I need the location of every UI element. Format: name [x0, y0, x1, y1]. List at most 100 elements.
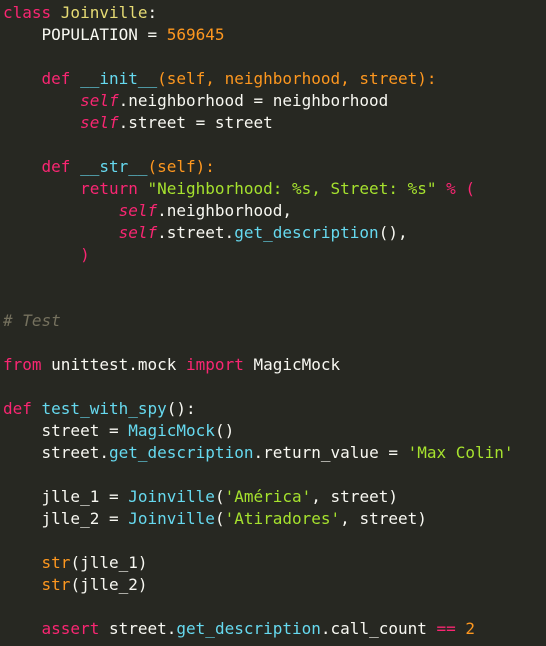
- code-line[interactable]: [3, 332, 546, 354]
- code-line[interactable]: self.street.get_description(),: [3, 222, 546, 244]
- code-token-plain: street =: [3, 421, 129, 440]
- code-token-keyword: from: [3, 355, 52, 374]
- code-token-param: self: [166, 69, 206, 88]
- code-token-function: test_with_spy: [41, 399, 167, 418]
- code-line[interactable]: street = MagicMock(): [3, 420, 546, 442]
- code-token-param: self: [157, 157, 196, 176]
- code-token-param: 569645: [166, 25, 225, 44]
- code-token-plain: street.: [3, 443, 109, 462]
- code-token-string: "Neighborhood: %s, Street: %s": [147, 179, 447, 198]
- code-token-keyword: def: [41, 69, 81, 88]
- code-line[interactable]: def test_with_spy():: [3, 398, 546, 420]
- code-token-plain: ():: [166, 399, 196, 418]
- code-token-param: (: [157, 69, 167, 88]
- code-line[interactable]: [3, 376, 546, 398]
- code-line[interactable]: self.neighborhood = neighborhood: [3, 90, 546, 112]
- code-token-keyword: ==: [436, 619, 466, 638]
- code-token-function: get_description: [176, 619, 321, 638]
- code-line[interactable]: def __init__(self, neighborhood, street)…: [3, 68, 546, 90]
- code-token-function: get_description: [108, 443, 254, 462]
- code-line[interactable]: POPULATION = 569645: [3, 24, 546, 46]
- code-line[interactable]: jlle_2 = Joinville('Atiradores', street): [3, 508, 546, 530]
- code-token-function: Joinville: [128, 487, 215, 506]
- code-token-keyword: % (: [446, 179, 476, 198]
- code-token-plain: (): [214, 421, 235, 440]
- code-token-plain: .call_count: [320, 619, 437, 638]
- code-token-param: str: [41, 553, 71, 572]
- code-token-param: ,: [340, 69, 360, 88]
- code-token-param: ,: [205, 69, 225, 88]
- code-token-keyword: return: [80, 179, 148, 198]
- code-token-keyword: ): [3, 245, 90, 264]
- code-token-self: self: [118, 223, 158, 242]
- code-line[interactable]: jlle_1 = Joinville('América', street): [3, 486, 546, 508]
- code-token-plain: POPULATION =: [3, 25, 167, 44]
- code-line[interactable]: [3, 134, 546, 156]
- code-line[interactable]: return "Neighborhood: %s, Street: %s" % …: [3, 178, 546, 200]
- code-line[interactable]: str(jlle_1): [3, 552, 546, 574]
- code-token-plain: .neighborhood,: [157, 201, 292, 220]
- code-token-plain: jlle_1 =: [3, 487, 129, 506]
- code-token-param: ):: [195, 157, 215, 176]
- code-token-keyword: class: [3, 3, 61, 22]
- code-line[interactable]: [3, 46, 546, 68]
- code-token-param: ):: [417, 69, 437, 88]
- code-token-self: self: [118, 201, 158, 220]
- code-line[interactable]: def __str__(self):: [3, 156, 546, 178]
- code-line[interactable]: # Test: [3, 310, 546, 332]
- code-token-plain: (: [214, 487, 225, 506]
- code-token-plain: .neighborhood = neighborhood: [118, 91, 389, 110]
- code-token-param: neighborhood: [224, 69, 341, 88]
- code-line[interactable]: str(jlle_2): [3, 574, 546, 596]
- code-token-plain: .street.: [157, 223, 235, 242]
- code-token-keyword: def: [3, 399, 42, 418]
- code-line[interactable]: [3, 596, 546, 618]
- code-token-comment: # Test: [3, 311, 61, 330]
- code-line[interactable]: [3, 530, 546, 552]
- code-token-plain: unittest.mock: [51, 355, 187, 374]
- code-token-plain: .street = street: [118, 113, 273, 132]
- code-line[interactable]: from unittest.mock import MagicMock: [3, 354, 546, 376]
- code-line[interactable]: street.get_description.return_value = 'M…: [3, 442, 546, 464]
- code-line[interactable]: assert street.get_description.call_count…: [3, 618, 546, 640]
- code-token-plain: (jlle_1): [70, 553, 148, 572]
- code-token-plain: :: [147, 3, 158, 22]
- code-token-function: __str__: [80, 157, 148, 176]
- code-token-plain: (: [214, 509, 225, 528]
- code-token-function: MagicMock: [128, 421, 215, 440]
- code-token-plain: .return_value =: [253, 443, 408, 462]
- code-token-keyword: def: [41, 157, 81, 176]
- code-line[interactable]: self.street = street: [3, 112, 546, 134]
- code-token-param: (: [147, 157, 158, 176]
- code-line[interactable]: class Joinville:: [3, 2, 546, 24]
- code-token-plain: street.: [108, 619, 177, 638]
- code-token-function: get_description: [234, 223, 379, 242]
- code-token-plain: , street): [311, 487, 398, 506]
- code-token-function: __init__: [80, 69, 158, 88]
- code-token-string: 'Atiradores': [224, 509, 341, 528]
- code-token-keyword: assert: [41, 619, 109, 638]
- code-line[interactable]: [3, 288, 546, 310]
- code-editor[interactable]: class Joinville: POPULATION = 569645 def…: [0, 0, 546, 646]
- code-line[interactable]: ): [3, 244, 546, 266]
- code-token-plain: MagicMock: [253, 355, 341, 374]
- code-token-plain: (),: [378, 223, 408, 242]
- code-token-function: Joinville: [128, 509, 215, 528]
- code-token-param: street: [359, 69, 418, 88]
- code-token-plain: jlle_2 =: [3, 509, 129, 528]
- code-token-class-name: Joinville: [60, 3, 148, 22]
- code-token-plain: , street): [340, 509, 427, 528]
- code-token-keyword: import: [186, 355, 254, 374]
- code-line[interactable]: [3, 266, 546, 288]
- code-line[interactable]: [3, 464, 546, 486]
- code-line[interactable]: self.neighborhood,: [3, 200, 546, 222]
